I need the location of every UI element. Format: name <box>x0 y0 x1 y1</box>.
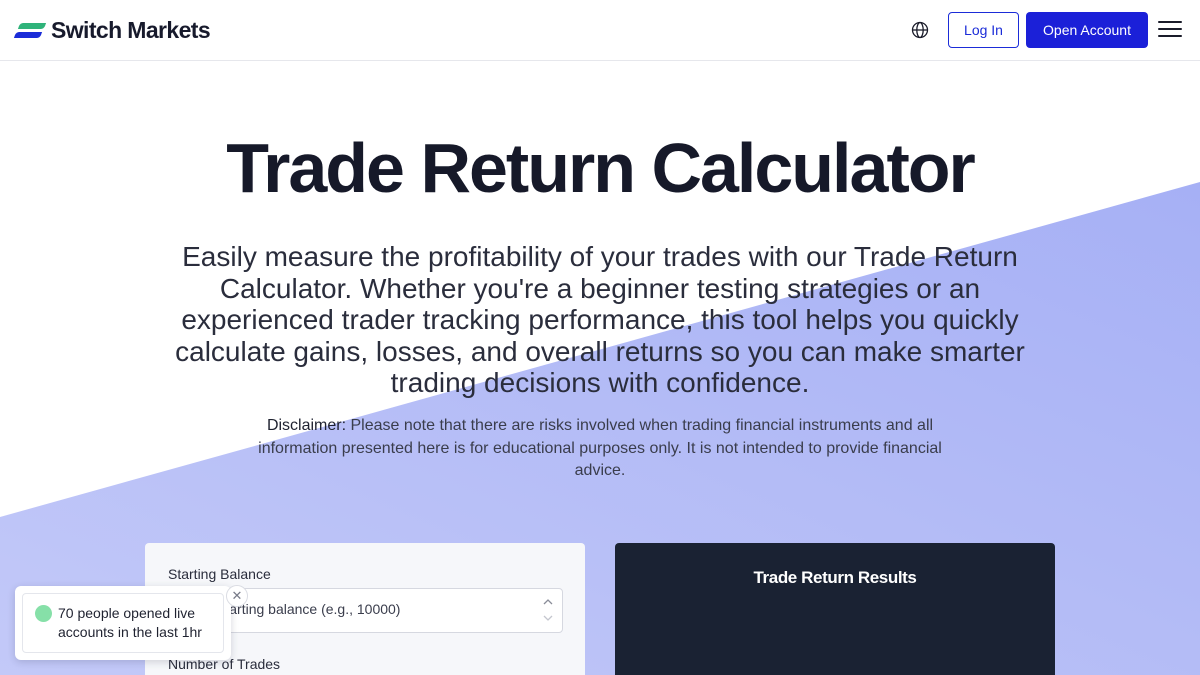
chevron-up-icon[interactable] <box>543 597 553 607</box>
disclaimer: Disclaimer: Please note that there are r… <box>250 415 950 483</box>
globe-icon[interactable] <box>910 20 930 40</box>
brand-logo-mark <box>13 21 47 41</box>
chevron-down-icon[interactable] <box>543 613 553 623</box>
open-account-button[interactable]: Open Account <box>1026 12 1148 48</box>
results-title: Trade Return Results <box>753 568 917 587</box>
brand-logo[interactable]: Switch Markets <box>13 17 211 44</box>
toast-text: 70 people opened live accounts in the la… <box>58 605 202 640</box>
results-panel: Trade Return Results <box>615 543 1055 675</box>
login-button[interactable]: Log In <box>948 12 1019 48</box>
brand-name: Switch Markets <box>51 17 211 43</box>
site-header: Switch Markets Log In Open Account <box>0 0 1200 61</box>
social-proof-toast: 70 people opened live accounts in the la… <box>15 585 248 660</box>
disclaimer-label: Disclaimer: <box>266 417 347 434</box>
close-icon[interactable]: ✕ <box>226 585 248 607</box>
menu-icon[interactable] <box>1158 21 1182 39</box>
page-title: Trade Return Calculator <box>226 129 976 207</box>
toast-body: 70 people opened live accounts in the la… <box>22 585 248 653</box>
starting-balance-label: Starting Balance <box>168 566 271 582</box>
disclaimer-text: Please note that there are risks involve… <box>258 417 942 479</box>
page-description: Easily measure the profitability of your… <box>175 241 1025 398</box>
status-dot-icon <box>35 605 52 622</box>
